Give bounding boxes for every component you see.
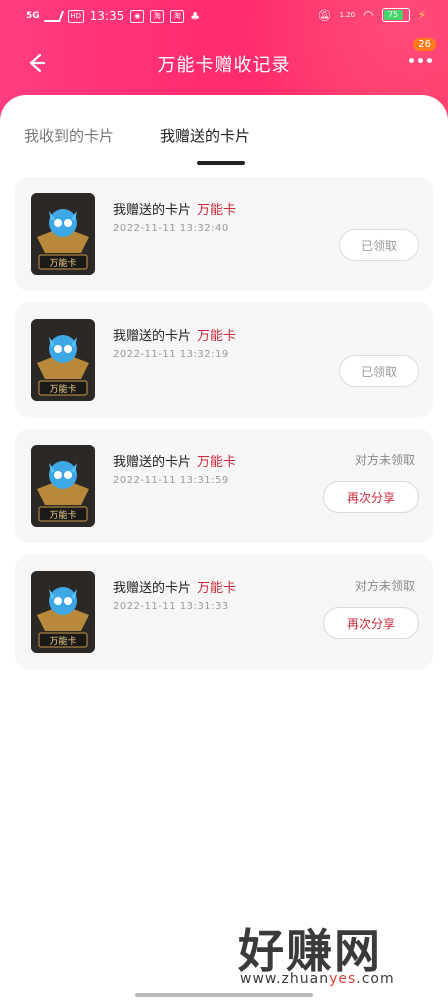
watermark-url-highlight: yes xyxy=(329,971,357,987)
card-thumbnail: 万能卡 xyxy=(31,571,95,653)
card-timestamp: 2022-11-11 13:31:59 xyxy=(113,475,229,486)
tab-sent[interactable]: 我赠送的卡片 xyxy=(160,125,250,146)
card-kind: 万能卡 xyxy=(197,455,237,470)
card-timestamp: 2022-11-11 13:32:40 xyxy=(113,223,229,234)
status-text: 对方未领取 xyxy=(354,453,415,467)
reshare-button[interactable]: 再次分享 xyxy=(323,607,419,639)
card-title-text: 我赠送的卡片 xyxy=(113,203,192,218)
battery-icon: 75 xyxy=(381,8,410,22)
universal-card-image-icon: 万能卡 xyxy=(31,571,95,653)
received-button[interactable]: 已领取 xyxy=(339,355,419,387)
card-timestamp: 2022-11-11 13:32:19 xyxy=(113,349,229,360)
status-right: 🔕︎ 1.20 ◠ 75 ⚡ xyxy=(318,8,426,22)
page-title: 万能卡赠收记录 xyxy=(157,55,291,76)
thumb-label: 万能卡 xyxy=(49,509,76,521)
watermark-url: www.zhuanyes.com xyxy=(240,971,395,987)
top-nav: 万能卡赠收记录 26 xyxy=(0,38,448,88)
notification-badge: 26 xyxy=(413,38,436,51)
list-item: 万能卡 我赠送的卡片 万能卡 对方未领取 2022-11-11 13:31:33 … xyxy=(15,555,433,669)
card-title: 我赠送的卡片 万能卡 xyxy=(113,325,236,344)
qq-icon: ♣ xyxy=(190,9,201,23)
card-title: 我赠送的卡片 万能卡 xyxy=(113,451,236,470)
card-kind: 万能卡 xyxy=(197,203,237,218)
wechat-icon: ◉ xyxy=(130,9,145,23)
taobao-icon-2: 淘 xyxy=(170,9,185,23)
clock: 13:35 xyxy=(89,9,125,23)
card-title-text: 我赠送的卡片 xyxy=(113,329,192,344)
thumb-label: 万能卡 xyxy=(49,635,76,647)
hd-label: HD xyxy=(67,9,84,23)
home-indicator[interactable] xyxy=(135,993,313,997)
wifi-icon: ◠ xyxy=(363,8,374,22)
card-timestamp: 2022-11-11 13:31:33 xyxy=(113,601,229,612)
watermark-url-suffix: .com xyxy=(356,971,395,987)
list-item: 万能卡 我赠送的卡片 万能卡 2022-11-11 13:32:40 已领取 xyxy=(15,177,433,291)
card-kind: 万能卡 xyxy=(197,581,237,596)
card-title-text: 我赠送的卡片 xyxy=(113,581,192,596)
tab-received[interactable]: 我收到的卡片 xyxy=(24,125,114,146)
status-left: 5G HD 13:35 ◉ 淘 淘 ♣ xyxy=(26,9,200,23)
network-label: 5G xyxy=(26,11,40,21)
list-item: 万能卡 我赠送的卡片 万能卡 2022-11-11 13:32:19 已领取 xyxy=(15,303,433,417)
card-kind: 万能卡 xyxy=(197,329,237,344)
card-title-text: 我赠送的卡片 xyxy=(113,455,192,470)
status-bar: 5G HD 13:35 ◉ 淘 淘 ♣ 🔕︎ 1.20 ◠ 75 ⚡ xyxy=(0,0,448,30)
thumb-label: 万能卡 xyxy=(49,383,76,395)
card-title: 我赠送的卡片 万能卡 xyxy=(113,577,236,596)
card-list: 万能卡 我赠送的卡片 万能卡 2022-11-11 13:32:40 已领取 万… xyxy=(15,177,433,681)
card-title: 我赠送的卡片 万能卡 xyxy=(113,199,236,218)
reshare-button[interactable]: 再次分享 xyxy=(323,481,419,513)
tab-bar: 我收到的卡片 我赠送的卡片 xyxy=(0,95,448,175)
charging-icon: ⚡ xyxy=(417,8,426,22)
battery-level: 75 xyxy=(383,10,403,20)
universal-card-image-icon: 万能卡 xyxy=(31,319,95,401)
active-tab-indicator xyxy=(197,161,245,165)
dot-icon xyxy=(418,58,423,63)
more-options-button[interactable] xyxy=(409,58,432,63)
dot-icon xyxy=(427,58,432,63)
card-thumbnail: 万能卡 xyxy=(31,319,95,401)
thumb-label: 万能卡 xyxy=(49,257,76,269)
received-button[interactable]: 已领取 xyxy=(339,229,419,261)
dot-icon xyxy=(409,58,414,63)
mute-icon: 🔕︎ xyxy=(317,8,332,22)
universal-card-image-icon: 万能卡 xyxy=(31,193,95,275)
list-item: 万能卡 我赠送的卡片 万能卡 对方未领取 2022-11-11 13:31:59 … xyxy=(15,429,433,543)
status-text: 对方未领取 xyxy=(354,579,415,593)
content-sheet: 我收到的卡片 我赠送的卡片 万能卡 我赠送的卡片 万能卡 2022-11-11 … xyxy=(0,95,448,1000)
card-thumbnail: 万能卡 xyxy=(31,445,95,527)
signal-icon xyxy=(43,10,64,22)
taobao-icon: 淘 xyxy=(150,9,165,23)
card-thumbnail: 万能卡 xyxy=(31,193,95,275)
watermark: 好赚网 www.zhuanyes.com xyxy=(238,915,448,995)
watermark-url-prefix: www.zhuan xyxy=(240,971,330,987)
universal-card-image-icon: 万能卡 xyxy=(31,445,95,527)
speed-label: 1.20 xyxy=(339,11,356,19)
